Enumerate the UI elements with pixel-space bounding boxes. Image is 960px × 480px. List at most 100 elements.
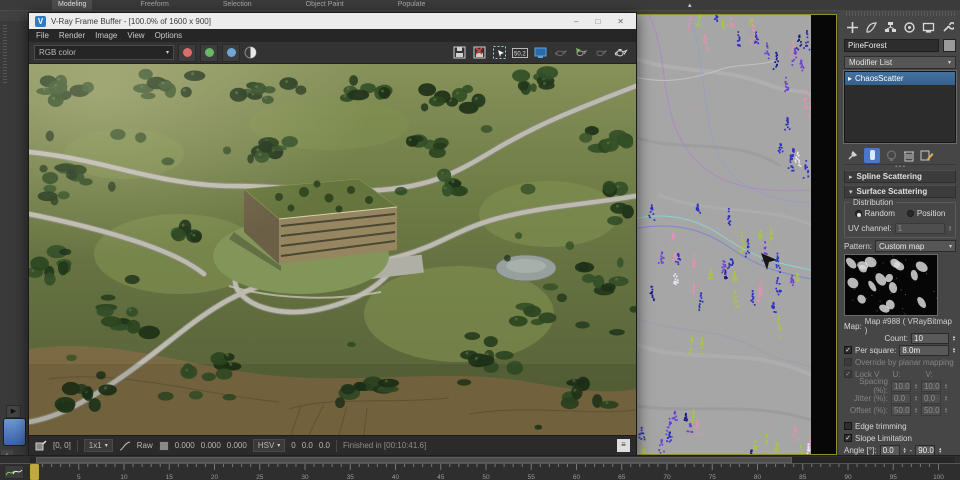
raw-r-value: 0.000 — [175, 441, 195, 450]
angle-max-field[interactable]: 90.0 — [915, 445, 935, 456]
blue-channel-button[interactable] — [222, 44, 240, 62]
ribbon-tab-populate[interactable]: Populate — [392, 0, 432, 10]
hierarchy-tab-icon[interactable] — [884, 21, 897, 34]
count-spinner[interactable]: ▲▼ — [952, 335, 956, 341]
svg-text:10: 10 — [120, 474, 128, 480]
ribbon-minimize-icon[interactable]: ▴ — [688, 1, 692, 9]
expand-tray-button[interactable]: ▶ — [6, 405, 21, 418]
expand-arrow-icon: ▸ — [849, 173, 853, 181]
per-square-field[interactable]: 8.0m — [899, 345, 949, 356]
svg-text:80: 80 — [754, 474, 762, 480]
follow-mouse-icon[interactable] — [533, 45, 548, 60]
hsv-h-value: 0 — [291, 441, 295, 450]
rollout-spline-scattering[interactable]: ▸ Spline Scattering — [844, 170, 956, 183]
ribbon-tab-object-paint[interactable]: Object Paint — [300, 0, 350, 10]
curve-icon — [119, 441, 131, 451]
svg-text:20: 20 — [211, 474, 219, 480]
mono-channel-icon[interactable] — [244, 46, 257, 59]
motion-tab-icon[interactable] — [903, 21, 916, 34]
svg-text:85: 85 — [799, 474, 807, 480]
render-last-icon[interactable] — [573, 45, 588, 60]
jitter-u-field: 0.0 — [891, 393, 911, 404]
close-button[interactable]: ✕ — [617, 17, 624, 26]
per-square-checkbox[interactable]: ✓ — [844, 346, 852, 354]
channel-dropdown[interactable]: RGB color▾ — [34, 45, 174, 60]
show-end-result-icon[interactable] — [864, 148, 880, 163]
toolbar-grip[interactable] — [3, 23, 7, 83]
rendered-image[interactable] — [29, 64, 636, 435]
docked-panel-button[interactable] — [3, 418, 26, 446]
vfb-titlebar[interactable]: V V-Ray Frame Buffer - [100.0% of 1600 x… — [29, 13, 636, 29]
menu-render[interactable]: Render — [59, 31, 85, 40]
green-channel-button[interactable] — [200, 44, 218, 62]
modifier-list-dropdown[interactable]: Modifier List▾ — [844, 56, 956, 69]
create-tab-icon[interactable] — [846, 21, 859, 34]
vfb-menubar: File Render Image View Options — [29, 29, 636, 42]
render-region-teapot-icon — [593, 45, 608, 60]
minimize-button[interactable]: – — [574, 17, 578, 26]
pin-stack-icon[interactable] — [846, 149, 859, 162]
pixel-zoom-dropdown[interactable]: 1x1▾ — [84, 439, 113, 452]
menu-image[interactable]: Image — [95, 31, 117, 40]
count-field[interactable]: 10 — [911, 333, 949, 344]
color-picker-icon[interactable] — [35, 440, 47, 452]
display-tab-icon[interactable] — [922, 21, 935, 34]
expand-arrow-icon[interactable]: ▸ — [848, 74, 852, 83]
menu-file[interactable]: File — [36, 31, 49, 40]
svg-text:15: 15 — [166, 474, 174, 480]
edge-trimming-checkbox[interactable] — [844, 422, 852, 430]
per-square-spinner[interactable]: ▲▼ — [952, 347, 956, 353]
region-render-icon[interactable] — [492, 45, 507, 60]
ribbon-tab-freeform[interactable]: Freeform — [134, 0, 174, 10]
pattern-dropdown[interactable]: Custom map▾ — [875, 240, 956, 252]
make-unique-icon — [885, 149, 898, 162]
timeline-ruler[interactable]: 0510152025303540455055606570758085909510… — [0, 463, 960, 480]
map-label: Map: — [844, 322, 862, 331]
svg-text:75: 75 — [709, 474, 717, 480]
random-radio[interactable]: Random — [855, 209, 895, 218]
stats-toggle-icon[interactable]: ≡ — [617, 439, 630, 452]
utilities-tab-icon[interactable] — [941, 21, 954, 34]
object-color-swatch[interactable] — [943, 39, 956, 52]
configure-sets-icon[interactable] — [920, 149, 934, 162]
rollout-surface-scattering[interactable]: ▾ Surface Scattering — [844, 185, 956, 198]
collapse-arrow-icon: ▾ — [849, 188, 853, 196]
save-image-icon[interactable] — [452, 45, 467, 60]
pattern-preview[interactable] — [844, 254, 938, 316]
per-square-label: Per square: — [855, 346, 896, 355]
remove-modifier-icon[interactable] — [903, 149, 915, 162]
panel-grip[interactable] — [844, 11, 956, 16]
svg-text:50.2: 50.2 — [514, 52, 526, 58]
red-channel-button[interactable] — [178, 44, 196, 62]
angle-min-field[interactable]: 0.0 — [880, 445, 900, 456]
clear-image-icon[interactable] — [472, 45, 487, 60]
hsv-dropdown[interactable]: HSV▾ — [253, 439, 285, 452]
pixel-info-icon[interactable]: 50.2 — [512, 45, 528, 60]
modify-tab-icon[interactable] — [865, 21, 878, 34]
vfb-window-title: V-Ray Frame Buffer - [100.0% of 1600 x 9… — [51, 17, 211, 26]
pattern-label: Pattern: — [844, 242, 872, 251]
raw-label: Raw — [137, 441, 153, 450]
svg-text:50: 50 — [482, 474, 490, 480]
modifier-stack[interactable]: ▸ ChaosScatter — [844, 71, 956, 143]
ribbon-tab-modeling[interactable]: Modeling — [52, 0, 92, 10]
render-button-teapot-icon[interactable] — [613, 45, 628, 60]
command-panel: PineForest Modifier List▾ ▸ ChaosScatter… — [838, 10, 960, 458]
menu-view[interactable]: View — [127, 31, 144, 40]
timeline: 0510152025303540455055606570758085909510… — [0, 455, 960, 480]
position-radio[interactable]: Position — [907, 209, 945, 218]
slope-limitation-checkbox[interactable]: ✓ — [844, 434, 852, 442]
vfb-toolbar: RGB color▾ 50.2 — [29, 42, 636, 64]
maximize-button[interactable]: □ — [595, 17, 600, 26]
object-name-field[interactable]: PineForest — [844, 39, 939, 52]
count-label: Count: — [884, 334, 908, 343]
svg-text:65: 65 — [618, 474, 626, 480]
ribbon-tab-selection[interactable]: Selection — [217, 0, 258, 10]
offset-u-field: 50.0 — [891, 405, 911, 416]
modifier-stack-item[interactable]: ▸ ChaosScatter — [845, 72, 955, 85]
time-slider-handle[interactable] — [30, 464, 39, 480]
menu-options[interactable]: Options — [155, 31, 183, 40]
offset-v-field: 50.0 — [921, 405, 941, 416]
left-toolbar-strip: ▶ ‹ — [0, 21, 30, 455]
svg-text:5: 5 — [77, 474, 81, 480]
